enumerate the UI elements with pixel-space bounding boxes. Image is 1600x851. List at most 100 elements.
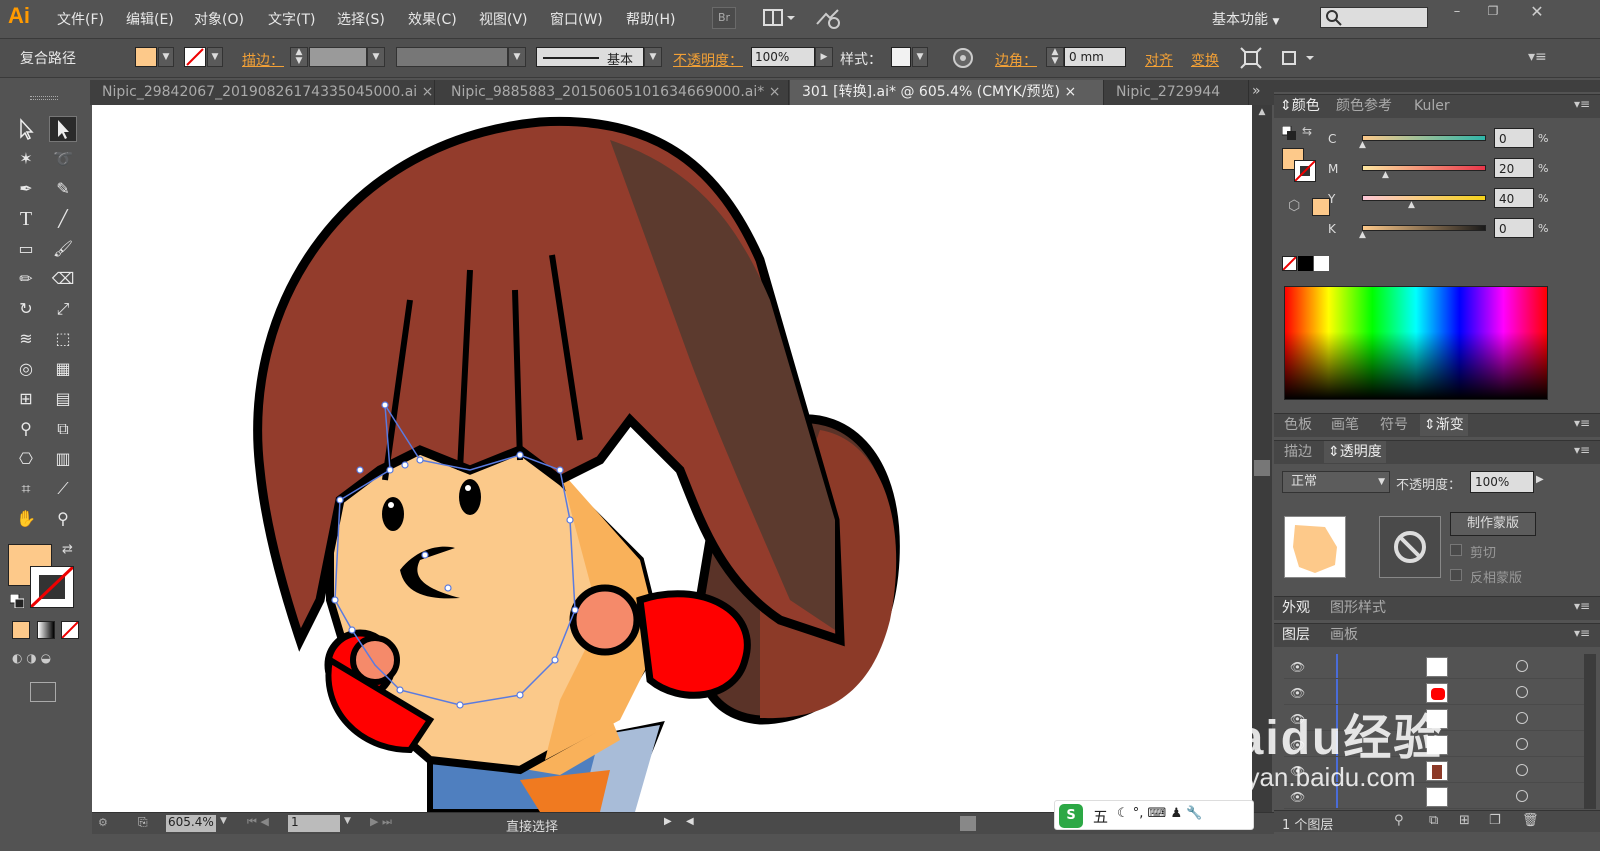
menu-select[interactable]: 选择(S) bbox=[337, 9, 385, 29]
share-icon[interactable]: ⎘ bbox=[138, 815, 148, 830]
eyedropper-icon[interactable]: ⚲ bbox=[12, 416, 40, 442]
yellow-input[interactable]: 40 bbox=[1494, 188, 1534, 208]
default-fill-stroke-icon[interactable] bbox=[1281, 125, 1296, 140]
new-sublayer-icon[interactable]: ⊞ bbox=[1459, 813, 1470, 828]
tab-graphic-styles[interactable]: 图形样式 bbox=[1330, 597, 1386, 619]
color-spectrum[interactable] bbox=[1284, 286, 1548, 400]
document-tab[interactable]: Nipic_2729944 bbox=[1104, 80, 1249, 105]
bridge-button[interactable]: Br bbox=[712, 7, 736, 29]
horizontal-scroll-thumb[interactable] bbox=[960, 816, 976, 831]
menu-object[interactable]: 对象(O) bbox=[194, 9, 244, 29]
profile-dropdown[interactable]: ▼ bbox=[508, 47, 526, 67]
pencil-icon[interactable]: ✏ bbox=[12, 266, 40, 292]
menu-view[interactable]: 视图(V) bbox=[479, 9, 528, 29]
selection-tool-icon[interactable] bbox=[12, 116, 40, 142]
artboard-tool-icon[interactable]: ⌗ bbox=[12, 476, 40, 502]
close-tab-icon[interactable]: × bbox=[422, 84, 434, 100]
gradient-mode-icon[interactable] bbox=[37, 621, 55, 639]
isolate-object-icon[interactable] bbox=[1240, 47, 1262, 69]
more-tabs-icon[interactable]: » bbox=[1252, 83, 1261, 99]
tab-color[interactable]: ⇕颜色 bbox=[1280, 95, 1320, 117]
magenta-input[interactable]: 20 bbox=[1494, 158, 1534, 178]
line-tool-icon[interactable]: ╱ bbox=[49, 206, 77, 232]
menu-window[interactable]: 窗口(W) bbox=[550, 9, 603, 29]
tab-gradient[interactable]: ⇕渐变 bbox=[1420, 414, 1468, 436]
transform-link[interactable]: 变换 bbox=[1191, 50, 1219, 70]
paintbrush-icon[interactable]: 🖌 bbox=[49, 236, 77, 262]
tab-symbols[interactable]: 符号 bbox=[1380, 414, 1408, 436]
swap-fill-stroke-icon[interactable]: ⇆ bbox=[1302, 124, 1312, 138]
layers-scrollbar[interactable] bbox=[1584, 654, 1596, 809]
slice-tool-icon[interactable]: ⟋ bbox=[49, 476, 77, 502]
stroke-weight-input[interactable] bbox=[309, 47, 367, 67]
restore-button[interactable]: ❐ bbox=[1483, 4, 1503, 20]
tab-kuler[interactable]: Kuler bbox=[1414, 95, 1450, 117]
fill-dropdown[interactable]: ▼ bbox=[158, 47, 174, 67]
status-menu-arrow[interactable]: ▶ bbox=[664, 816, 672, 827]
hand-tool-icon[interactable]: ✋ bbox=[12, 506, 40, 532]
recolor-artwork-icon[interactable] bbox=[952, 47, 974, 69]
blend-tool-icon[interactable]: ⧉ bbox=[49, 416, 77, 442]
corner-label[interactable]: 边角： bbox=[995, 50, 1037, 70]
artboard-canvas[interactable] bbox=[92, 105, 1252, 812]
scroll-left-icon[interactable]: ◀ bbox=[686, 816, 694, 827]
fill-swatch[interactable] bbox=[135, 47, 157, 67]
tab-appearance[interactable]: 外观 bbox=[1282, 597, 1310, 619]
stroke-dropdown[interactable]: ▼ bbox=[207, 47, 223, 67]
document-tab-active[interactable]: 301 [转换].ai* @ 605.4% (CMYK/预览) × bbox=[790, 80, 1104, 105]
tab-stroke[interactable]: 描边 bbox=[1284, 441, 1312, 463]
eraser-icon[interactable]: ⌫ bbox=[49, 266, 77, 292]
opacity-input[interactable]: 100% bbox=[751, 47, 815, 67]
zoom-input[interactable]: 605.4% bbox=[166, 815, 216, 832]
make-clipping-mask-icon[interactable]: ⧉ bbox=[1429, 813, 1438, 828]
menu-edit[interactable]: 编辑(E) bbox=[126, 9, 174, 29]
blend-mode-select[interactable]: 正常 ▼ bbox=[1282, 471, 1390, 493]
corner-stepper[interactable]: ▲ ▼ bbox=[1046, 47, 1064, 67]
stroke-color-box[interactable] bbox=[29, 565, 75, 609]
yellow-slider[interactable] bbox=[1362, 195, 1486, 201]
panel-stroke-swatch[interactable] bbox=[1294, 160, 1316, 182]
swap-colors-icon[interactable]: ⇄ bbox=[62, 542, 73, 557]
rotate-tool-icon[interactable]: ↻ bbox=[12, 296, 40, 322]
document-tab[interactable]: Nipic_9885883_20150605101634669000.ai* × bbox=[439, 80, 789, 105]
gpu-performance-icon[interactable] bbox=[814, 6, 842, 30]
tab-swatches[interactable]: 色板 bbox=[1284, 414, 1312, 436]
free-transform-icon[interactable]: ⬚ bbox=[49, 326, 77, 352]
menu-effect[interactable]: 效果(C) bbox=[408, 9, 457, 29]
drawing-modes-icon[interactable]: ◐ ◑ ◒ bbox=[12, 651, 80, 669]
brush-dropdown[interactable]: ▼ bbox=[644, 47, 662, 67]
target-circle-icon[interactable] bbox=[1516, 660, 1528, 672]
cyan-input[interactable]: 0 bbox=[1494, 128, 1534, 148]
color-mode-icon[interactable] bbox=[12, 621, 30, 639]
opacity-label[interactable]: 不透明度： bbox=[673, 50, 743, 70]
status-settings-icon[interactable]: ⚙ bbox=[98, 816, 108, 829]
first-artboard-icon[interactable]: ⏮ ◀ bbox=[247, 815, 269, 829]
minimize-button[interactable]: – bbox=[1447, 4, 1467, 20]
target-circle-icon[interactable] bbox=[1516, 790, 1528, 802]
tab-color-guide[interactable]: 颜色参考 bbox=[1336, 95, 1392, 117]
locate-object-icon[interactable]: ⚲ bbox=[1394, 813, 1404, 828]
magic-wand-icon[interactable]: ✶ bbox=[12, 146, 40, 172]
tab-layers[interactable]: 图层 bbox=[1282, 624, 1310, 646]
graph-tool-icon[interactable]: ▦ bbox=[49, 356, 77, 382]
cyan-slider-handle[interactable]: ▲ bbox=[1359, 140, 1366, 150]
workspace-switcher[interactable]: 基本功能 ▼ bbox=[1212, 9, 1279, 29]
brush-definition[interactable]: 基本 bbox=[536, 47, 644, 68]
opacity-arrow[interactable]: ▶ bbox=[815, 47, 833, 67]
mask-thumbnail[interactable] bbox=[1379, 516, 1441, 578]
ime-mode[interactable]: 五 bbox=[1093, 806, 1108, 827]
gradient-tool-icon[interactable]: ▤ bbox=[49, 386, 77, 412]
none-swatch[interactable] bbox=[1282, 256, 1297, 271]
graphic-style-swatch[interactable] bbox=[891, 47, 911, 67]
scroll-thumb[interactable] bbox=[1254, 460, 1270, 476]
tab-artboards[interactable]: 画板 bbox=[1330, 624, 1358, 646]
target-circle-icon[interactable] bbox=[1516, 764, 1528, 776]
sogou-logo-icon[interactable]: S bbox=[1059, 804, 1083, 828]
panel-menu-icon[interactable]: ▾≡ bbox=[1574, 626, 1590, 640]
scale-tool-icon[interactable]: ⤢ bbox=[49, 296, 77, 322]
zoom-tool-icon[interactable]: ⚲ bbox=[49, 506, 77, 532]
mesh-tool-icon[interactable]: ⊞ bbox=[12, 386, 40, 412]
panel-menu-icon[interactable]: ▾≡ bbox=[1574, 97, 1590, 111]
transparency-opacity-input[interactable]: 100% bbox=[1470, 471, 1534, 493]
menu-type[interactable]: 文字(T) bbox=[268, 9, 315, 29]
